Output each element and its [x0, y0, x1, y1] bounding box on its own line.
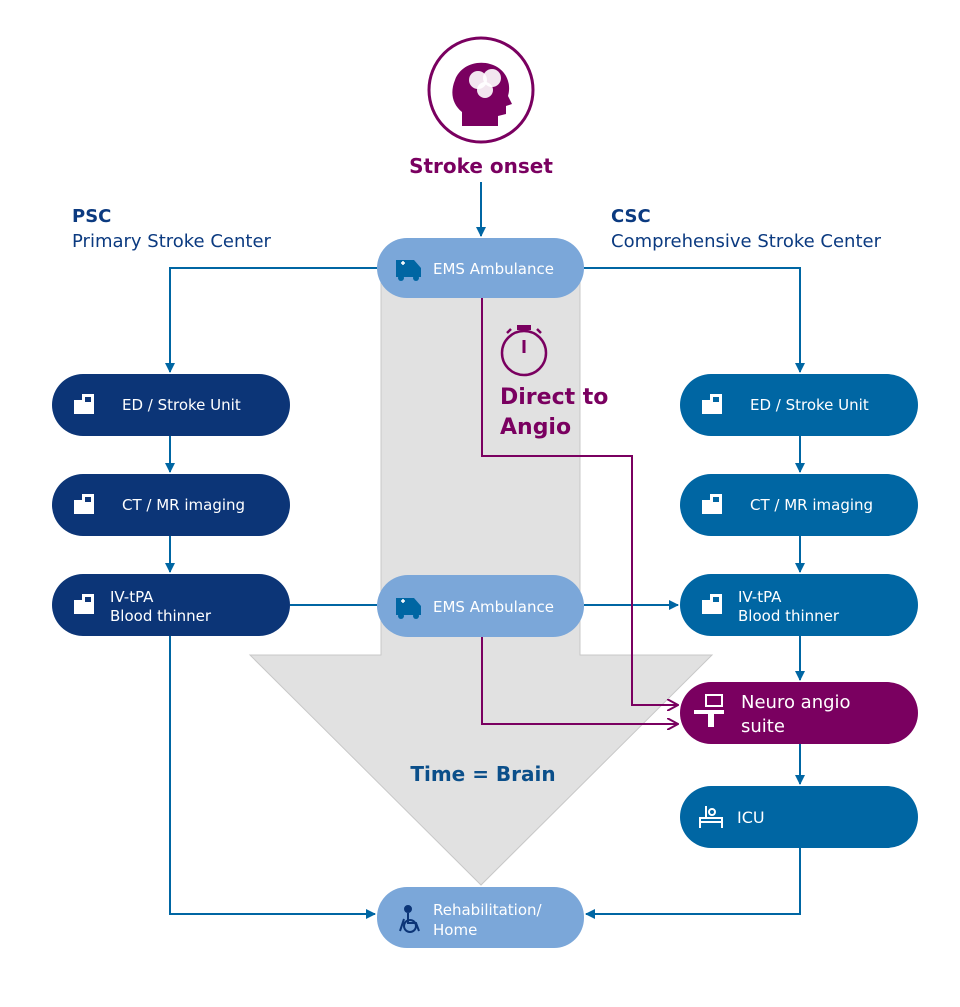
icu-node: ICU — [680, 786, 918, 848]
csc-step-node: CT / MR imaging — [680, 474, 918, 536]
direct-to-angio-line2: Angio — [500, 415, 571, 440]
ems-ambulance-top: EMS Ambulance — [377, 238, 584, 298]
psc-abbr: PSC — [72, 206, 111, 227]
direct-to-angio-line1: Direct to — [500, 385, 608, 410]
stroke-onset-label: Stroke onset — [409, 154, 553, 178]
psc-step-node: CT / MR imaging — [52, 474, 290, 536]
psc-steps: ED / Stroke Unit CT / MR imaging IV-tPABlo… — [52, 374, 290, 636]
csc-name: Comprehensive Stroke Center — [611, 231, 882, 252]
rehab-line1: Rehabilitation/ — [433, 901, 543, 919]
ems-ambulance-top-label: EMS Ambulance — [433, 260, 554, 278]
neuro-angio-suite-node: Neuro angio suite — [680, 682, 918, 744]
step-label-line1: IV-tPA — [110, 588, 154, 606]
ems-ambulance-middle-label: EMS Ambulance — [433, 598, 554, 616]
step-label: CT / MR imaging — [750, 496, 873, 514]
csc-step-node: ED / Stroke Unit — [680, 374, 918, 436]
neuro-angio-line1: Neuro angio — [741, 692, 851, 713]
step-label: ED / Stroke Unit — [122, 396, 241, 414]
psc-name: Primary Stroke Center — [72, 231, 272, 252]
neuro-angio-line2: suite — [741, 716, 785, 737]
step-label-line1: IV-tPA — [738, 588, 782, 606]
psc-step-node: IV-tPABlood thinner — [52, 574, 290, 636]
step-label: ED / Stroke Unit — [750, 396, 869, 414]
csc-step-node: IV-tPABlood thinner — [680, 574, 918, 636]
psc-step-node: ED / Stroke Unit — [52, 374, 290, 436]
rehabilitation-home-node: Rehabilitation/ Home — [377, 887, 584, 948]
ems-ambulance-middle: EMS Ambulance — [377, 575, 584, 637]
stroke-onset-node: Stroke onset — [409, 36, 553, 178]
step-label-line2: Blood thinner — [110, 607, 212, 625]
time-brain-label: Time = Brain — [410, 762, 555, 786]
stroke-care-pathway-diagram: Time = Brain Stroke onset PSC Primary St… — [52, 36, 918, 948]
csc-abbr: CSC — [611, 206, 651, 227]
csc-steps: ED / Stroke Unit CT / MR imaging IV-tPABlo… — [680, 374, 918, 636]
step-label-line2: Blood thinner — [738, 607, 840, 625]
step-label: CT / MR imaging — [122, 496, 245, 514]
icu-label: ICU — [737, 808, 765, 827]
rehab-line2: Home — [433, 921, 477, 939]
